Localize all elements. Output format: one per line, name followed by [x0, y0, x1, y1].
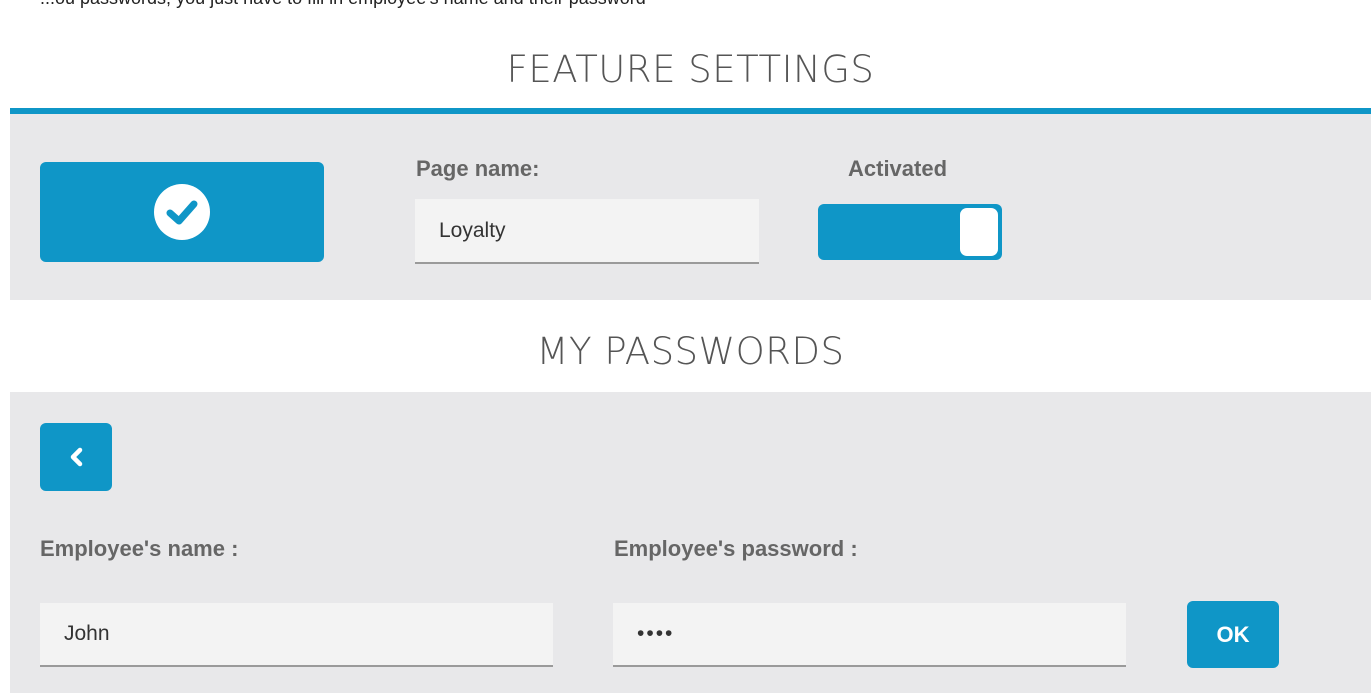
- page-name-input[interactable]: [415, 199, 759, 264]
- feature-settings-header: FEATURE SETTINGS: [10, 8, 1371, 108]
- employee-name-label: Employee's name :: [40, 536, 239, 561]
- ok-button[interactable]: OK: [1187, 601, 1279, 668]
- back-button[interactable]: [40, 423, 112, 491]
- employee-password-label: Employee's password :: [614, 536, 858, 561]
- check-circle-icon: [154, 184, 210, 240]
- feature-settings-title: FEATURE SETTINGS: [506, 48, 875, 91]
- confirm-button[interactable]: [40, 162, 324, 262]
- toggle-knob: [960, 208, 998, 256]
- my-passwords-header: MY PASSWORDS: [10, 300, 1371, 392]
- top-clipped-strip: ...ou passwords, you just have to fill i…: [0, 0, 1371, 8]
- employee-name-input[interactable]: [40, 603, 553, 667]
- my-passwords-title: MY PASSWORDS: [536, 330, 845, 373]
- check-mark-icon: [166, 200, 198, 225]
- employee-password-input[interactable]: [613, 603, 1126, 667]
- chevron-left-icon: [70, 447, 83, 467]
- activated-label: Activated: [848, 156, 948, 181]
- feature-settings-page: ...ou passwords, you just have to fill i…: [0, 0, 1371, 693]
- page-name-label: Page name:: [416, 156, 540, 181]
- activated-toggle[interactable]: [818, 204, 1002, 260]
